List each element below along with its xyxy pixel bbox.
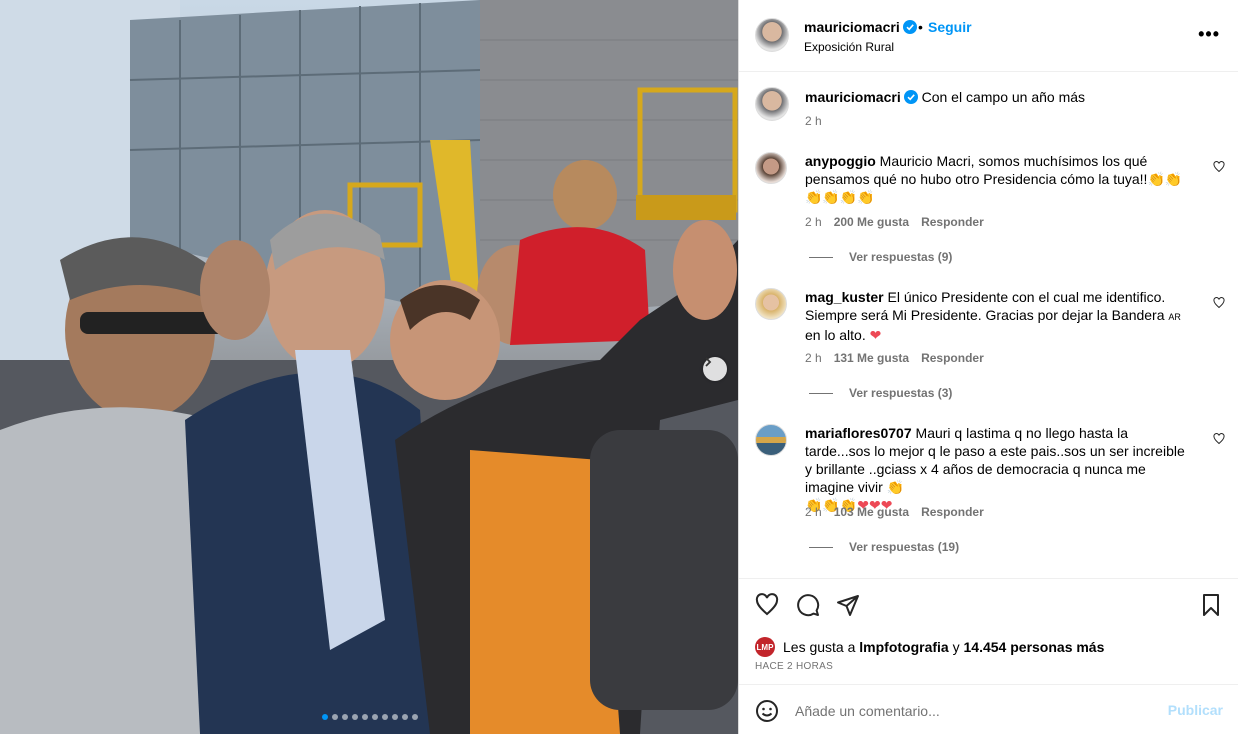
follow-button[interactable]: Seguir bbox=[928, 19, 972, 35]
view-replies-button[interactable]: Ver respuestas (3) bbox=[809, 386, 952, 400]
like-heart-icon[interactable] bbox=[755, 593, 779, 617]
next-photo-button[interactable] bbox=[703, 357, 727, 381]
comment-time[interactable]: 2 h bbox=[805, 351, 822, 365]
carousel-indicator bbox=[322, 714, 418, 720]
caption-time[interactable]: 2 h bbox=[805, 114, 822, 128]
verified-badge-icon bbox=[902, 20, 917, 34]
view-replies-label[interactable]: Ver respuestas (3) bbox=[849, 386, 952, 400]
comment-text: mag_kuster El único Presidente con el cu… bbox=[805, 288, 1185, 344]
carousel-dot bbox=[352, 714, 358, 720]
carousel-dot bbox=[362, 714, 368, 720]
comment-time[interactable]: 2 h bbox=[805, 215, 822, 229]
carousel-dot bbox=[402, 714, 408, 720]
reply-button[interactable]: Responder bbox=[921, 505, 984, 519]
commenter-name[interactable]: mariaflores0707 bbox=[805, 425, 912, 441]
comment-likes[interactable]: 131 Me gusta bbox=[834, 351, 909, 365]
commenter-name[interactable]: mag_kuster bbox=[805, 289, 884, 305]
author-avatar[interactable] bbox=[755, 18, 789, 52]
carousel-dot bbox=[322, 714, 328, 720]
post-actions: LMP Les gusta a lmpfotografia y 14.454 p… bbox=[739, 578, 1238, 684]
reply-button[interactable]: Responder bbox=[921, 351, 984, 365]
commenter-avatar[interactable] bbox=[755, 288, 787, 320]
reply-button[interactable]: Responder bbox=[921, 215, 984, 229]
commenter-name[interactable]: anypoggio bbox=[805, 153, 876, 169]
post-side-panel: mauriciomacri • Seguir Exposición Rural … bbox=[738, 0, 1238, 734]
caption-author-name[interactable]: mauriciomacri bbox=[805, 89, 901, 105]
emoji-smile-icon[interactable] bbox=[755, 699, 779, 723]
comment-likes[interactable]: 200 Me gusta bbox=[834, 215, 909, 229]
verified-badge-icon bbox=[903, 90, 918, 104]
caption-text-line: mauriciomacri Con el campo un año más bbox=[805, 89, 1085, 105]
comment-content-end: en lo alto. bbox=[805, 327, 866, 343]
comment-text: mariaflores0707 Mauri q lastima q no lle… bbox=[805, 424, 1185, 514]
commenter-avatar[interactable] bbox=[755, 152, 787, 184]
carousel-dot bbox=[342, 714, 348, 720]
like-comment-heart-icon[interactable] bbox=[1213, 433, 1225, 445]
post-location[interactable]: Exposición Rural bbox=[804, 40, 894, 54]
publish-button[interactable]: Publicar bbox=[1168, 702, 1223, 718]
likes-others[interactable]: 14.454 personas más bbox=[964, 639, 1105, 655]
replies-divider bbox=[809, 256, 833, 258]
comment-meta: 2 h 131 Me gusta Responder bbox=[805, 351, 984, 365]
comment-bubble-icon[interactable] bbox=[796, 593, 820, 617]
comment-likes[interactable]: 103 Me gusta bbox=[834, 505, 909, 519]
add-comment-bar: Publicar bbox=[739, 684, 1238, 734]
carousel-dot bbox=[382, 714, 388, 720]
comment-emoji: 👏👏 bbox=[1147, 171, 1183, 187]
likes-text: Les gusta a lmpfotografia y 14.454 perso… bbox=[783, 639, 1104, 655]
photo-illustration bbox=[0, 0, 738, 734]
view-replies-label[interactable]: Ver respuestas (19) bbox=[849, 540, 959, 554]
liker-avatar[interactable]: LMP bbox=[755, 637, 775, 657]
like-comment-heart-icon[interactable] bbox=[1213, 297, 1225, 309]
comment-text: anypoggio Mauricio Macri, somos muchísim… bbox=[805, 152, 1185, 206]
post-time-ago[interactable]: HACE 2 HORAS bbox=[755, 661, 833, 672]
carousel-dot bbox=[392, 714, 398, 720]
first-liker-name[interactable]: lmpfotografia bbox=[859, 639, 948, 655]
comment-emoji: ❤ bbox=[869, 327, 882, 343]
flag-label: AR bbox=[1168, 312, 1181, 322]
view-replies-button[interactable]: Ver respuestas (19) bbox=[809, 540, 959, 554]
carousel-dot bbox=[412, 714, 418, 720]
likes-prefix: Les gusta a bbox=[783, 639, 856, 655]
comment-meta: 2 h 200 Me gusta Responder bbox=[805, 215, 984, 229]
view-replies-button[interactable]: Ver respuestas (9) bbox=[809, 250, 952, 264]
author-username[interactable]: mauriciomacri bbox=[804, 19, 917, 35]
author-name-text[interactable]: mauriciomacri bbox=[804, 19, 900, 35]
replies-divider bbox=[809, 392, 833, 394]
caption-text: Con el campo un año más bbox=[921, 89, 1086, 105]
share-send-icon[interactable] bbox=[836, 593, 860, 617]
likes-connector: y bbox=[952, 639, 960, 655]
comment-input[interactable] bbox=[795, 699, 1155, 723]
caption-author-avatar[interactable] bbox=[755, 87, 789, 121]
comment-meta: 2 h 103 Me gusta Responder bbox=[805, 505, 984, 519]
more-options-icon[interactable]: ••• bbox=[1198, 24, 1220, 45]
comment-emoji-line: 👏👏👏👏 bbox=[805, 189, 875, 205]
comment-time[interactable]: 2 h bbox=[805, 505, 822, 519]
view-replies-label[interactable]: Ver respuestas (9) bbox=[849, 250, 952, 264]
carousel-dot bbox=[332, 714, 338, 720]
save-bookmark-icon[interactable] bbox=[1199, 593, 1223, 617]
post-photo[interactable] bbox=[0, 0, 738, 734]
post-header: mauriciomacri • Seguir Exposición Rural … bbox=[739, 0, 1238, 72]
likes-summary: LMP Les gusta a lmpfotografia y 14.454 p… bbox=[755, 637, 1104, 657]
comment-emoji: 👏 bbox=[886, 479, 905, 495]
carousel-dot bbox=[372, 714, 378, 720]
comments-section[interactable]: mauriciomacri Con el campo un año más 2 … bbox=[739, 73, 1238, 578]
replies-divider bbox=[809, 546, 833, 548]
commenter-avatar[interactable] bbox=[755, 424, 787, 456]
header-separator: • bbox=[918, 19, 923, 35]
like-comment-heart-icon[interactable] bbox=[1213, 161, 1225, 173]
chevron-right-icon bbox=[705, 357, 712, 367]
